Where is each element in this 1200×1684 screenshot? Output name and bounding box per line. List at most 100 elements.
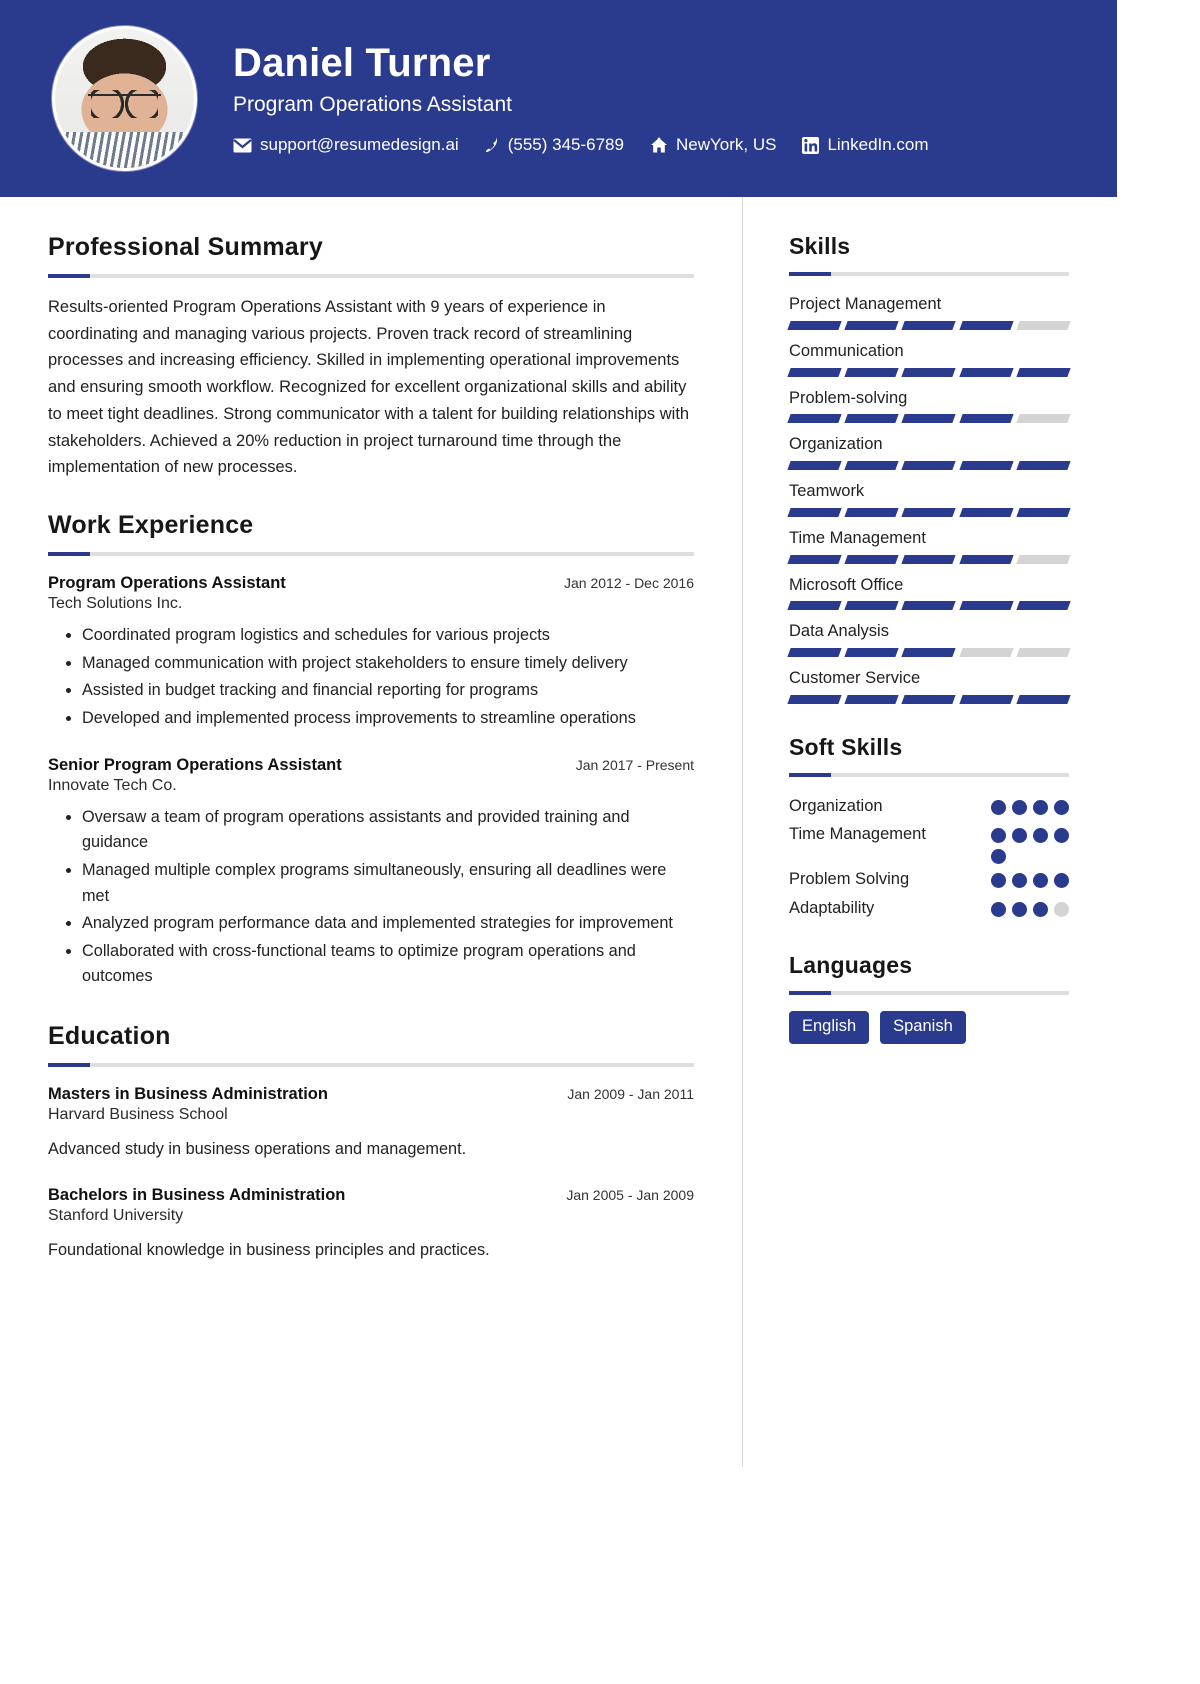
section-education: Education Masters in Business Administra… (48, 1022, 694, 1262)
education-heading: Education (48, 1021, 171, 1050)
education-entry-header: Bachelors in Business Administration Jan… (48, 1184, 694, 1206)
skill-segment (844, 367, 900, 377)
soft-skill-item: Adaptability (789, 895, 1069, 922)
experience-entry: Senior Program Operations Assistant Jan … (48, 754, 694, 990)
skill-rating-bar (787, 507, 1071, 517)
education-degree: Bachelors in Business Administration (48, 1185, 346, 1204)
skill-segment (1016, 601, 1071, 611)
skill-segment (787, 648, 842, 657)
skills-divider (789, 272, 1069, 276)
contact-linkedin[interactable]: LinkedIn.com (802, 135, 929, 155)
skill-label: Organization (789, 435, 883, 454)
skill-segment (787, 414, 842, 424)
skill-item: Communication (787, 339, 1071, 377)
avatar (52, 26, 197, 171)
soft-skill-rating-dots (991, 793, 1069, 815)
experience-entry: Program Operations Assistant Jan 2012 - … (48, 572, 694, 732)
skill-segment (844, 601, 900, 611)
section-work-experience: Work Experience Program Operations Assis… (48, 511, 694, 990)
language-tag[interactable]: Spanish (880, 1010, 966, 1044)
sidebar-column: Skills Project Management Communication … (742, 197, 1117, 1467)
skill-segment (787, 601, 842, 611)
skill-rating-bar (787, 461, 1071, 470)
section-languages: Languages English Spanish (789, 952, 1069, 1044)
skill-segment (1016, 554, 1071, 564)
soft-skill-dot (1054, 799, 1069, 815)
skill-segment (787, 507, 842, 517)
soft-skill-dot (1033, 873, 1048, 889)
skills-heading: Skills (789, 233, 851, 259)
experience-bullet-list: Coordinated program logistics and schedu… (48, 623, 694, 731)
soft-skill-dot (1012, 799, 1027, 815)
skill-label: Project Management (789, 295, 942, 313)
education-divider (48, 1062, 694, 1067)
experience-bullet: Assisted in budget tracking and financia… (82, 678, 694, 704)
section-professional-summary: Professional Summary Results-oriented Pr… (48, 233, 694, 481)
education-date-range: Jan 2009 - Jan 2011 (567, 1085, 694, 1102)
soft-skill-dot (991, 799, 1006, 815)
soft-skills-list: Organization Time Management Problem Sol… (789, 793, 1069, 922)
resume-page: Daniel Turner Program Operations Assista… (0, 0, 1117, 1684)
skill-segment (958, 320, 1014, 330)
language-tag[interactable]: English (789, 1010, 870, 1044)
experience-company: Tech Solutions Inc. (48, 595, 183, 613)
experience-bullet-list: Oversaw a team of program operations ass… (48, 805, 694, 990)
skill-label: Data Analysis (789, 622, 889, 641)
languages-divider (789, 990, 1069, 995)
skill-segment (844, 694, 900, 704)
soft-skill-label: Organization (789, 796, 883, 815)
soft-skill-dot (991, 873, 1006, 889)
skill-segment (844, 648, 900, 657)
experience-list: Program Operations Assistant Jan 2012 - … (48, 572, 694, 990)
soft-skill-label: Problem Solving (789, 870, 910, 889)
avatar-shirt (55, 131, 194, 168)
skill-item: Teamwork (787, 479, 1071, 517)
skill-rating-bar (787, 367, 1071, 377)
skill-rating-bar (787, 554, 1071, 564)
languages-list: English Spanish (789, 1010, 1069, 1044)
skill-label: Problem-solving (789, 388, 908, 407)
education-description: Foundational knowledge in business princ… (48, 1240, 490, 1259)
skill-label: Time Management (789, 528, 926, 547)
education-school: Stanford University (48, 1206, 184, 1224)
skill-item: Data Analysis (787, 619, 1071, 657)
section-soft-skills: Soft Skills Organization Time Management… (789, 734, 1069, 922)
job-role-subtitle: Program Operations Assistant (233, 93, 512, 116)
skill-item: Project Management (787, 292, 1071, 330)
soft-skill-dot (1012, 873, 1027, 889)
contact-phone[interactable]: (555) 345-6789 (485, 135, 624, 155)
soft-skill-dot (991, 849, 1006, 865)
education-entry-header: Masters in Business Administration Jan 2… (48, 1083, 694, 1105)
education-entry: Bachelors in Business Administration Jan… (48, 1184, 694, 1263)
education-school: Harvard Business School (48, 1106, 228, 1124)
skill-segment (844, 414, 900, 424)
experience-entry-header: Senior Program Operations Assistant Jan … (48, 754, 694, 776)
education-description: Advanced study in business operations an… (48, 1140, 467, 1159)
skill-segment (901, 648, 957, 657)
skill-segment (1016, 694, 1071, 704)
skill-segment (844, 554, 900, 564)
soft-skill-item: Problem Solving (789, 866, 1069, 893)
resume-body: Professional Summary Results-oriented Pr… (0, 197, 1117, 1467)
skill-segment (958, 648, 1014, 657)
experience-bullet: Developed and implemented process improv… (82, 706, 694, 732)
skill-segment (901, 461, 957, 470)
experience-heading: Work Experience (48, 511, 254, 540)
soft-skill-item: Organization (789, 793, 1069, 820)
skill-segment (844, 461, 900, 470)
skill-segment (958, 507, 1014, 517)
soft-skill-dot (1054, 873, 1069, 889)
skill-segment (787, 694, 842, 704)
education-date-range: Jan 2005 - Jan 2009 (566, 1186, 694, 1203)
contact-email[interactable]: support@resumedesign.ai (233, 135, 459, 155)
soft-skill-dot (1033, 828, 1048, 844)
experience-divider (48, 552, 694, 557)
summary-text: Results-oriented Program Operations Assi… (48, 298, 690, 477)
experience-bullet: Collaborated with cross-functional teams… (82, 939, 694, 990)
soft-skill-dot (1012, 828, 1027, 844)
contact-location[interactable]: NewYork, US (650, 135, 776, 155)
contact-location-text: NewYork, US (675, 135, 777, 154)
skill-segment (787, 320, 842, 330)
phone-icon (485, 136, 500, 154)
